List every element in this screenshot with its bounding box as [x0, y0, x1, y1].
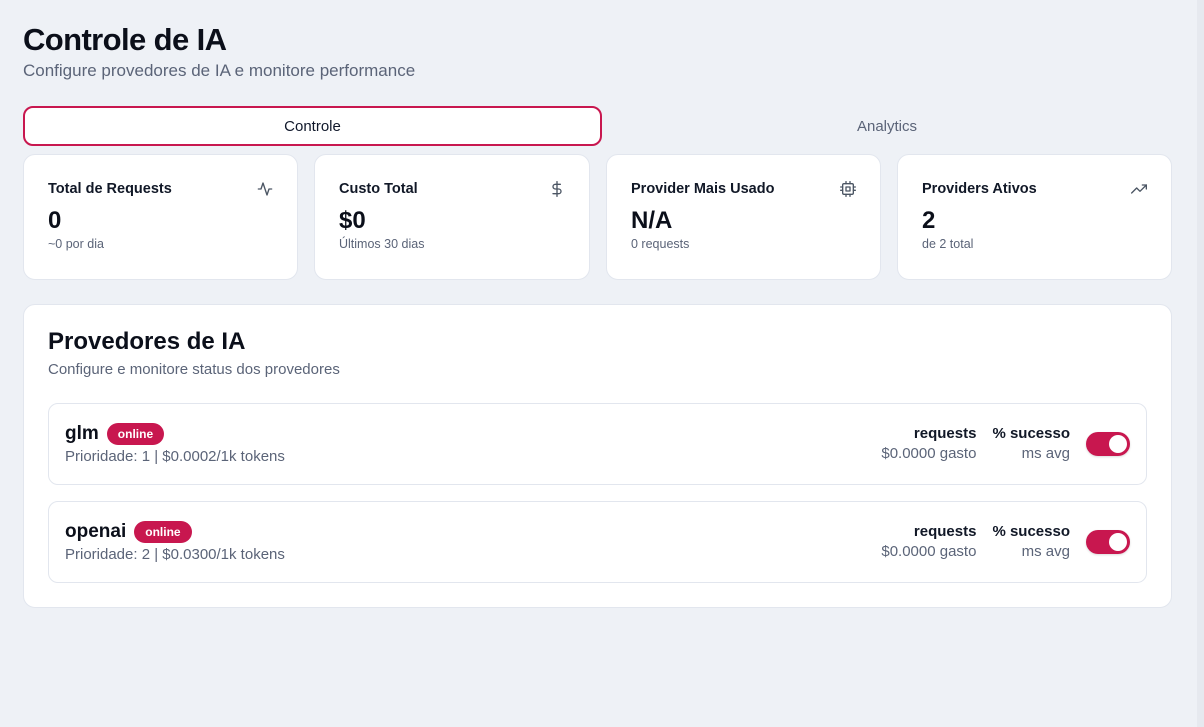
activity-icon — [257, 181, 273, 197]
provider-success-metric: % sucesso ms avg — [992, 424, 1070, 464]
spent-value: $0.0000 gasto — [881, 445, 977, 462]
toggle-knob — [1109, 435, 1127, 453]
provider-name: glm — [65, 423, 99, 444]
spent-value: $0.0000 gasto — [881, 543, 977, 560]
stat-subtext: Últimos 30 dias — [339, 237, 425, 251]
stat-card-providers-ativos: Providers Ativos 2 de 2 total — [897, 154, 1172, 280]
provider-row-glm: glm online Prioridade: 1 | $0.0002/1k to… — [48, 403, 1147, 485]
page-title: Controle de IA — [23, 22, 227, 57]
success-label: % sucesso — [992, 523, 1070, 540]
tab-bar: Controle Analytics — [23, 106, 1172, 146]
requests-label: requests — [913, 523, 977, 540]
stat-subtext: 0 requests — [631, 237, 690, 251]
stat-card-custo-total: Custo Total $0 Últimos 30 dias — [314, 154, 590, 280]
dollar-icon — [549, 181, 565, 197]
stat-value: 0 — [48, 207, 62, 234]
cpu-icon — [840, 181, 856, 197]
tab-analytics[interactable]: Analytics — [602, 106, 1172, 146]
provider-enable-toggle[interactable] — [1086, 432, 1130, 456]
toggle-knob — [1109, 533, 1127, 551]
page-subtitle: Configure provedores de IA e monitore pe… — [23, 61, 416, 80]
stat-label: Provider Mais Usado — [631, 181, 775, 197]
stat-label: Providers Ativos — [922, 181, 1037, 197]
providers-subtitle: Configure e monitore status dos provedor… — [48, 361, 340, 378]
provider-meta: Prioridade: 1 | $0.0002/1k tokens — [65, 448, 285, 465]
stats-row: Total de Requests 0 ~0 por dia Custo Tot… — [23, 154, 1172, 280]
stat-value: 2 — [922, 207, 936, 234]
providers-card: Provedores de IA Configure e monitore st… — [23, 304, 1172, 608]
stat-subtext: de 2 total — [922, 237, 974, 251]
requests-label: requests — [913, 425, 977, 442]
status-badge: online — [106, 423, 165, 445]
avg-latency: ms avg — [1021, 445, 1070, 462]
stat-value: $0 — [339, 207, 366, 234]
provider-name: openai — [65, 521, 127, 542]
status-badge: online — [134, 521, 192, 543]
providers-title: Provedores de IA — [48, 328, 246, 355]
tab-controle[interactable]: Controle — [23, 106, 602, 146]
provider-meta: Prioridade: 2 | $0.0300/1k tokens — [65, 546, 285, 563]
provider-requests-metric: requests $0.0000 gasto — [881, 522, 976, 562]
stat-label: Custo Total — [339, 181, 418, 197]
success-label: % sucesso — [992, 425, 1070, 442]
stat-card-provider-mais-usado: Provider Mais Usado N/A 0 requests — [606, 154, 881, 280]
stat-card-total-requests: Total de Requests 0 ~0 por dia — [23, 154, 298, 280]
avg-latency: ms avg — [1021, 543, 1070, 560]
page-scrollbar[interactable] — [1197, 0, 1204, 727]
main-content: Controle de IA Configure provedores de I… — [23, 22, 1172, 608]
stat-subtext: ~0 por dia — [48, 237, 104, 251]
provider-enable-toggle[interactable] — [1086, 530, 1130, 554]
trending-up-icon — [1131, 181, 1147, 197]
provider-requests-metric: requests $0.0000 gasto — [881, 424, 976, 464]
provider-row-openai: openai online Prioridade: 2 | $0.0300/1k… — [48, 501, 1147, 583]
stat-label: Total de Requests — [48, 181, 172, 197]
stat-value: N/A — [631, 207, 673, 234]
provider-success-metric: % sucesso ms avg — [992, 522, 1070, 562]
